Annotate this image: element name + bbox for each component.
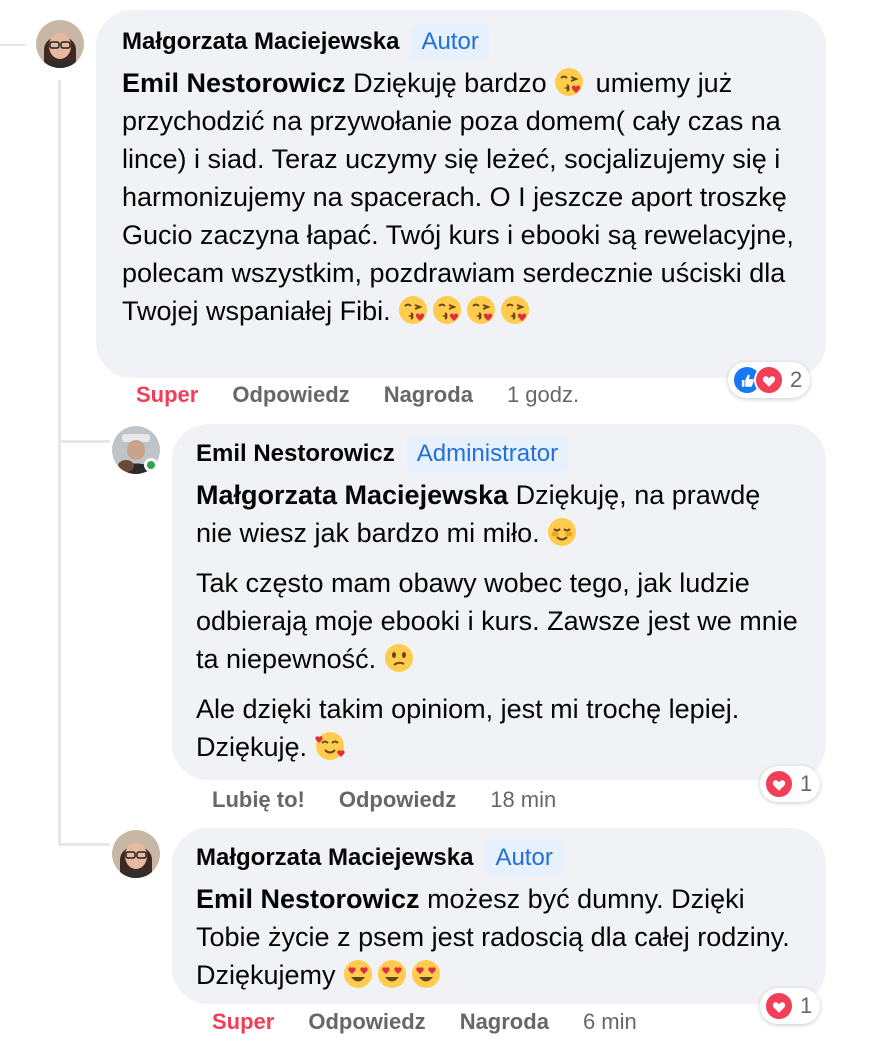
kissing-heart-emoji-icon: [398, 295, 429, 325]
comment-bubble: Małgorzata Maciejewska Autor Emil Nestor…: [96, 10, 826, 378]
love-icon: [764, 991, 794, 1021]
author-badge: Autor: [485, 840, 563, 876]
reaction-count: 1: [800, 993, 813, 1018]
timestamp[interactable]: 18 min: [490, 787, 556, 813]
reaction-button[interactable]: Super: [136, 382, 198, 408]
author-name[interactable]: Małgorzata Maciejewska: [122, 28, 399, 56]
award-button[interactable]: Nagroda: [460, 1009, 549, 1035]
comment-text: Emil Nestorowicz Dziękuję bardzo umiemy …: [122, 67, 794, 326]
author-name[interactable]: Emil Nestorowicz: [196, 440, 395, 468]
online-status-indicator: [144, 458, 158, 472]
comment-bubble: Małgorzata Maciejewska Autor Emil Nestor…: [172, 828, 826, 1004]
author-badge: Administrator: [406, 436, 569, 472]
heart-eyes-emoji-icon: [412, 960, 441, 988]
kissing-heart-emoji-icon: [500, 295, 531, 325]
mention-link[interactable]: Emil Nestorowicz: [196, 884, 420, 914]
reaction-button[interactable]: Super: [212, 1009, 274, 1035]
heart-eyes-emoji-icon: [378, 960, 407, 988]
comment-actions: Super Odpowiedz Nagroda 6 min: [212, 1009, 637, 1035]
comment-actions: Super Odpowiedz Nagroda 1 godz.: [136, 382, 579, 408]
author-badge: Autor: [411, 24, 489, 60]
heart-eyes-emoji-icon: [344, 960, 373, 988]
smiling-blush-emoji-icon: [547, 517, 578, 547]
like-button[interactable]: Lubię to!: [212, 787, 305, 813]
kissing-heart-emoji-icon: [554, 67, 585, 97]
thread-branch-reply-2: [58, 843, 110, 846]
timestamp[interactable]: 6 min: [583, 1009, 637, 1035]
smiling-hearts-emoji-icon: [314, 731, 345, 761]
avatar[interactable]: [36, 20, 84, 68]
avatar[interactable]: [112, 830, 160, 878]
comment-text: Emil Nestorowicz możesz być dumny. Dzięk…: [196, 884, 790, 990]
comment-text: Małgorzata Maciejewska Dziękuję, na praw…: [196, 480, 798, 762]
reply-button[interactable]: Odpowiedz: [308, 1009, 425, 1035]
thread-line-vertical: [58, 80, 61, 846]
comment-actions: Lubię to! Odpowiedz 18 min: [212, 787, 556, 813]
thread-branch-reply-1: [58, 440, 110, 443]
reply-button[interactable]: Odpowiedz: [339, 787, 456, 813]
reaction-count: 1: [800, 771, 813, 796]
mention-link[interactable]: Emil Nestorowicz: [122, 68, 346, 98]
reply-button[interactable]: Odpowiedz: [232, 382, 349, 408]
award-button[interactable]: Nagroda: [384, 382, 473, 408]
kissing-heart-emoji-icon: [466, 295, 497, 325]
author-name[interactable]: Małgorzata Maciejewska: [196, 844, 473, 872]
comment-bubble: Emil Nestorowicz Administrator Małgorzat…: [172, 424, 826, 780]
confused-face-emoji-icon: [383, 643, 414, 673]
mention-link[interactable]: Małgorzata Maciejewska: [196, 480, 508, 510]
timestamp[interactable]: 1 godz.: [507, 382, 579, 408]
thread-connector-top: [0, 44, 26, 46]
kissing-heart-emoji-icon: [432, 295, 463, 325]
reaction-count: 2: [790, 367, 803, 392]
reaction-summary[interactable]: 1: [760, 766, 821, 802]
love-icon: [754, 365, 784, 395]
reaction-summary[interactable]: 1: [760, 988, 821, 1024]
reaction-summary[interactable]: 2: [728, 362, 811, 398]
love-icon: [764, 769, 794, 799]
